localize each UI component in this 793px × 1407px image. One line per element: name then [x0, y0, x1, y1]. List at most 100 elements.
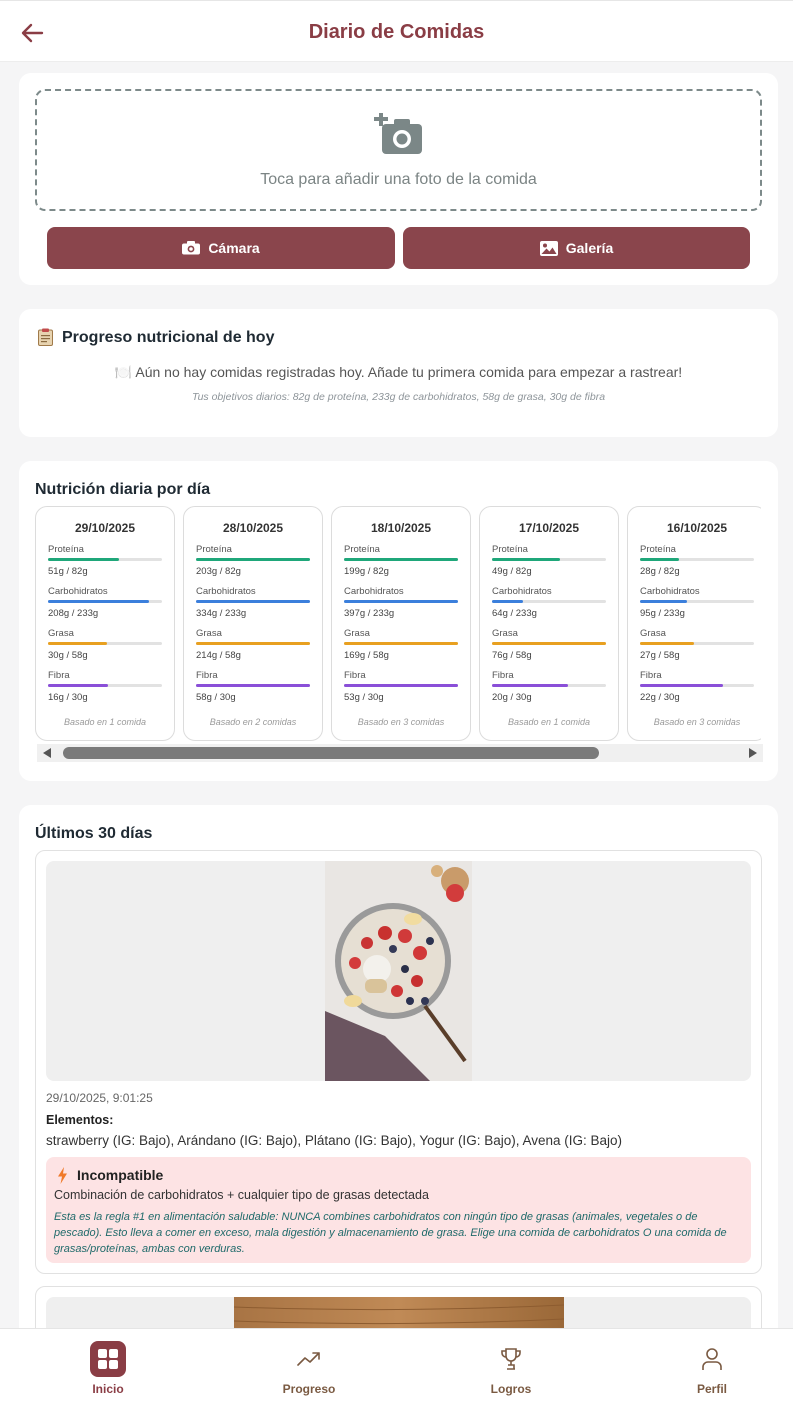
nutrient-label: Carbohidratos [640, 586, 700, 597]
daily-nutrition-card: Nutrición diaria por día 29/10/2025 Prote… [19, 461, 778, 781]
nutrient-value: 30g / 58g [48, 650, 88, 661]
nav-item-progreso[interactable]: Progreso [249, 1329, 369, 1407]
day-meal-count: Basado en 3 comidas [653, 717, 741, 727]
user-icon [694, 1341, 730, 1377]
nutrient-progress-bar [48, 684, 162, 687]
horizontal-scrollbar[interactable] [37, 744, 763, 762]
nutrient-fiber: Fibra 22g / 30g [640, 670, 754, 703]
nutrient-progress-bar [640, 684, 754, 687]
nutrient-value: 199g / 82g [344, 566, 389, 577]
nutrient-label: Proteína [492, 544, 528, 555]
day-card[interactable]: 18/10/2025 Proteína 199g / 82g Carbohidrato… [331, 506, 471, 741]
nutrient-value: 28g / 82g [640, 566, 680, 577]
nutrient-label: Grasa [492, 628, 518, 639]
nutrient-progress-fill [344, 642, 458, 645]
nav-label-progreso: Progreso [282, 1382, 336, 1396]
nutrient-progress-bar [196, 684, 310, 687]
nutrient-progress-fill [640, 642, 694, 645]
photo-drop-zone[interactable]: Toca para añadir una foto de la comida [35, 89, 762, 211]
nutrient-progress-fill [48, 600, 150, 603]
daily-nutrition-carousel[interactable]: 29/10/2025 Proteína 51g / 82g Carbohidratos… [35, 505, 761, 765]
nav-label-logros: Logros [490, 1382, 532, 1396]
nutrient-label: Proteína [640, 544, 676, 555]
nutrient-value: 208g / 233g [48, 608, 99, 619]
day-meal-count: Basado en 2 comidas [209, 717, 297, 727]
grid-icon [90, 1341, 126, 1377]
scrollbar-thumb[interactable] [63, 747, 599, 759]
nutrient-value: 203g / 82g [196, 566, 241, 577]
nutrient-progress-bar [492, 642, 606, 645]
add-photo-icon [374, 113, 422, 154]
today-progress-card: Progreso nutricional de hoy 🍽️ Aún no ha… [19, 309, 778, 437]
meal-elements: strawberry (IG: Bajo), Arándano (IG: Baj… [46, 1133, 623, 1148]
nutrient-value: 22g / 30g [640, 692, 680, 703]
nutrient-progress-bar [196, 642, 310, 645]
day-date: 16/10/2025 [666, 521, 728, 535]
nutrient-progress-bar [48, 558, 162, 561]
day-date: 29/10/2025 [74, 521, 136, 535]
nav-label-inicio: Inicio [92, 1382, 124, 1396]
nutrient-value: 64g / 233g [492, 608, 537, 619]
nutrient-progress-fill [344, 558, 458, 561]
nutrient-progress-bar [344, 600, 458, 603]
meal-photo[interactable] [46, 861, 751, 1081]
nutrient-value: 16g / 30g [48, 692, 88, 703]
day-date: 17/10/2025 [518, 521, 580, 535]
day-card[interactable]: 16/10/2025 Proteína 28g / 82g Carbohidratos… [627, 506, 761, 741]
gallery-button[interactable]: Galería [403, 227, 750, 269]
camera-button-label: Cámara [208, 240, 260, 256]
nutrient-value: 76g / 58g [492, 650, 532, 661]
nav-item-inicio[interactable]: Inicio [48, 1329, 168, 1407]
today-progress-title: Progreso nutricional de hoy [62, 329, 275, 346]
scroll-right-arrow-icon[interactable] [749, 748, 757, 758]
nutrient-label: Proteína [344, 544, 380, 555]
lightning-icon [58, 1167, 67, 1184]
nutrient-label: Fibra [492, 670, 514, 681]
alert-title: Incompatible [77, 1167, 164, 1183]
gallery-button-label: Galería [565, 240, 614, 256]
nutrient-label: Carbohidratos [48, 586, 108, 597]
scroll-left-arrow-icon[interactable] [43, 748, 51, 758]
nav-item-perfil[interactable]: Perfil [652, 1329, 772, 1407]
nutrient-progress-bar [344, 684, 458, 687]
nutrient-progress-fill [492, 600, 523, 603]
bottom-navigation: Inicio Progreso Logros Perfil [0, 1328, 793, 1407]
nutrient-progress-fill [640, 600, 687, 603]
nutrient-label: Grasa [344, 628, 370, 639]
nutrient-progress-fill [196, 558, 310, 561]
day-date: 28/10/2025 [222, 521, 284, 535]
nutrient-fiber: Fibra 53g / 30g [344, 670, 458, 703]
alert-subtitle: Combinación de carbohidratos + cualquier… [54, 1188, 429, 1202]
meal-entry[interactable]: 29/10/2025, 9:01:25 Elementos: strawberr… [35, 850, 762, 1274]
history-title: Últimos 30 días [35, 825, 153, 842]
day-card[interactable]: 17/10/2025 Proteína 49g / 82g Carbohidratos… [479, 506, 619, 741]
nutrient-label: Fibra [344, 670, 366, 681]
nutrient-value: 58g / 30g [196, 692, 236, 703]
nutrient-fat: Grasa 30g / 58g [48, 628, 162, 661]
nutrient-carbs: Carbohidratos 334g / 233g [196, 586, 310, 619]
history-card: Últimos 30 días 29/10/2025, 9:01:25 Elem… [19, 805, 778, 1386]
nutrient-progress-bar [492, 558, 606, 561]
nav-item-logros[interactable]: Logros [451, 1329, 571, 1407]
nutrient-label: Grasa [196, 628, 222, 639]
nutrient-progress-fill [48, 642, 108, 645]
day-card[interactable]: 28/10/2025 Proteína 203g / 82g Carbohidrato… [183, 506, 323, 741]
empty-meals-message: 🍽️ Aún no hay comidas registradas hoy. A… [114, 364, 683, 380]
nutrient-progress-bar [640, 558, 754, 561]
nutrient-protein: Proteína 28g / 82g [640, 544, 754, 577]
nutrient-fat: Grasa 27g / 58g [640, 628, 754, 661]
day-card[interactable]: 29/10/2025 Proteína 51g / 82g Carbohidratos… [35, 506, 175, 741]
nutrient-progress-bar [196, 600, 310, 603]
nav-label-perfil: Perfil [696, 1382, 727, 1396]
nutrient-progress-bar [48, 642, 162, 645]
nutrient-progress-bar [640, 642, 754, 645]
nutrient-protein: Proteína 203g / 82g [196, 544, 310, 577]
nutrient-progress-bar [344, 642, 458, 645]
nutrient-carbs: Carbohidratos 397g / 233g [344, 586, 458, 619]
camera-button[interactable]: Cámara [47, 227, 395, 269]
camera-icon [182, 241, 201, 255]
nutrient-progress-fill [196, 600, 310, 603]
nutrient-fiber: Fibra 58g / 30g [196, 670, 310, 703]
nutrient-value: 214g / 58g [196, 650, 241, 661]
nutrient-progress-fill [48, 684, 109, 687]
